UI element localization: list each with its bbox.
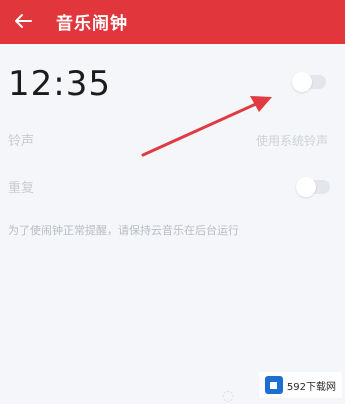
annotation-arrow: [141, 96, 272, 157]
watermark-logo-icon: [264, 376, 283, 394]
watermark-text: 592下载网: [286, 381, 336, 393]
site-watermark: 592下载网: [258, 372, 342, 398]
